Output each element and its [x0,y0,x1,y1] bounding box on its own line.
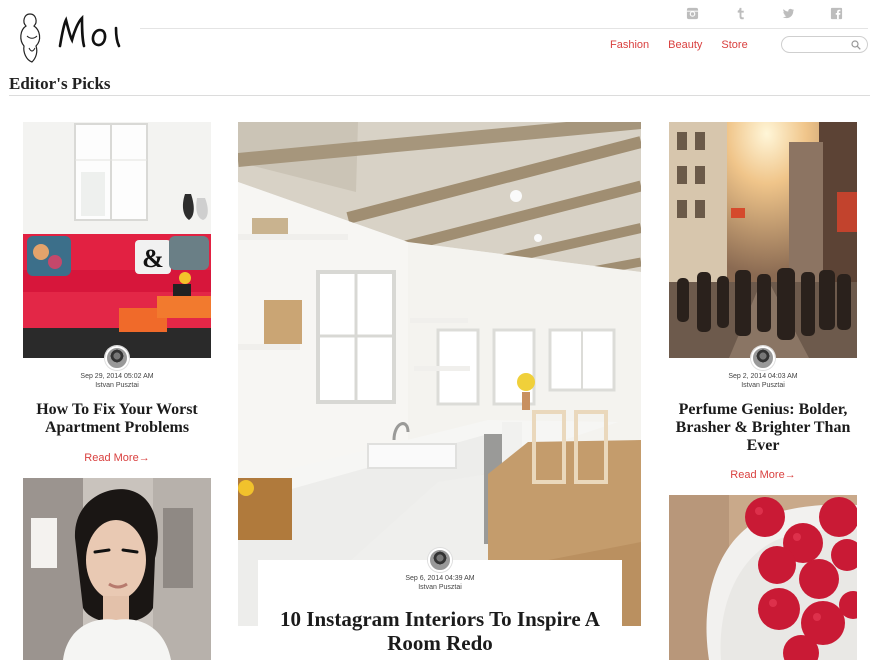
main-nav: Fashion Beauty Store [610,38,767,52]
search-box [781,36,868,55]
author-avatar[interactable] [105,346,129,370]
article-1-meta: Sep 29, 2014 05:02 AM Istvan Pusztai [22,372,212,390]
twitter-icon[interactable] [764,5,812,21]
article-3-read-more-link[interactable]: Read More→ [668,469,858,481]
article-1-author[interactable]: Istvan Pusztai [22,381,212,390]
article-2-title[interactable]: 10 Instagram Interiors To Inspire A Room… [280,607,600,655]
article-1-image[interactable]: & [23,122,211,358]
moi-logo[interactable] [16,6,136,64]
nav-item-store[interactable]: Store [721,38,747,52]
author-avatar[interactable] [428,548,452,572]
article-3-meta: Sep 2, 2014 04:03 AM Istvan Pusztai [668,372,858,390]
article-1-date: Sep 29, 2014 05:02 AM [80,373,154,380]
article-3-date: Sep 2, 2014 04:03 AM [728,373,798,380]
facebook-icon[interactable] [812,5,860,21]
section-title: Editor's Picks [9,74,111,93]
author-avatar[interactable] [751,346,775,370]
article-4-image[interactable] [23,478,211,660]
nav-item-fashion[interactable]: Fashion [610,38,649,52]
tumblr-icon[interactable] [716,5,764,21]
search-input[interactable] [790,40,854,55]
article-1-title[interactable]: How To Fix Your Worst Apartment Problems [22,401,212,437]
header-divider [140,28,868,29]
section-divider [9,95,870,96]
article-2-meta: Sep 6, 2014 04:39 AM Istvan Pusztai [345,574,535,592]
nav-item-beauty[interactable]: Beauty [668,38,702,52]
article-5-image[interactable] [669,495,857,660]
instagram-icon[interactable] [668,5,716,21]
article-2-date: Sep 6, 2014 04:39 AM [405,575,475,582]
article-3-title[interactable]: Perfume Genius: Bolder, Brasher & Bright… [672,401,854,455]
article-3-author[interactable]: Istvan Pusztai [668,381,858,390]
article-1-read-more-link[interactable]: Read More→ [22,452,212,464]
svg-text:&: & [142,244,164,273]
social-links [668,5,860,21]
search-icon[interactable] [851,40,861,50]
article-3-image[interactable] [669,122,857,358]
article-2-author[interactable]: Istvan Pusztai [345,583,535,592]
